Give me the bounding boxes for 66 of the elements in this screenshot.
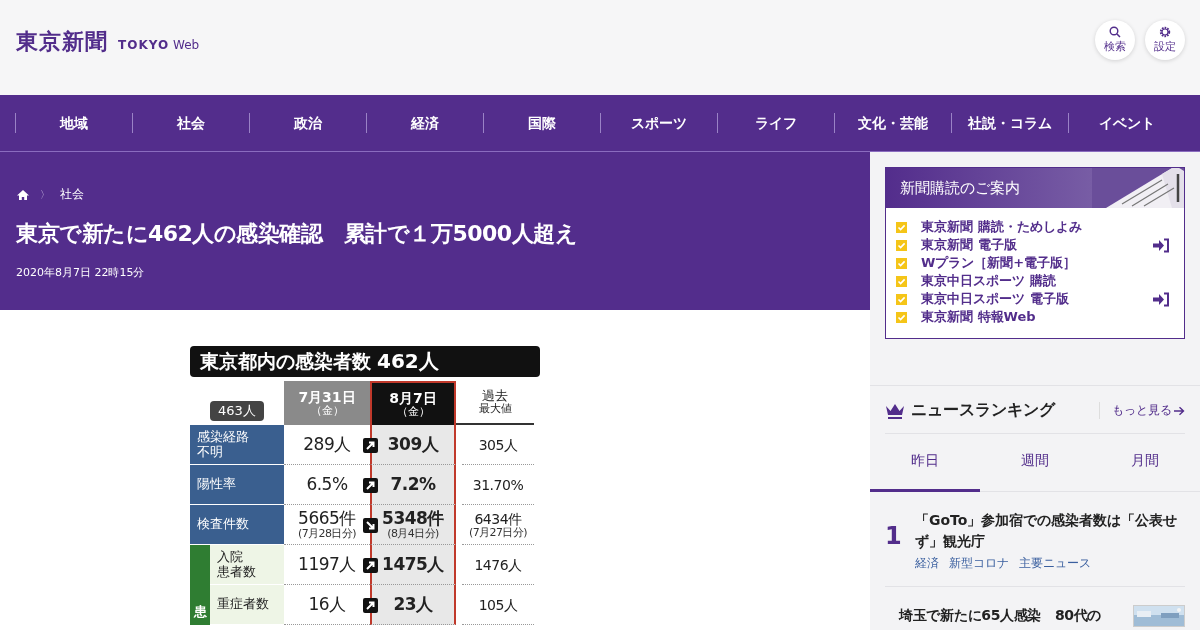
subscription-link[interactable]: Wプラン［新聞+電子版］ (921, 254, 1170, 272)
subscription-link[interactable]: 東京新聞 購読・ためしよみ (921, 218, 1170, 236)
table-cell: 1197人 (298, 556, 356, 573)
group-label: 患 (190, 545, 210, 625)
rank-number: 1 (885, 522, 903, 550)
nav-link[interactable]: 経済 (366, 113, 483, 133)
tag-link[interactable]: 新型コロナ (949, 555, 1009, 572)
nav-link[interactable]: スポーツ (600, 113, 717, 133)
nav-link[interactable]: 社会 (132, 113, 249, 133)
table-cell: 1476人 (474, 557, 522, 572)
panel-title: 新聞購読のご案内 (899, 178, 1020, 198)
settings-button[interactable]: 設定 (1145, 20, 1185, 60)
section-title: ニュースランキング (911, 400, 1057, 421)
subscription-link[interactable]: 東京中日スポーツ 購読 (921, 272, 1170, 290)
header-text: （金） (396, 405, 430, 418)
subscription-link[interactable]: 東京新聞 特報Web (921, 308, 1170, 326)
tab[interactable]: 週間 (980, 434, 1090, 492)
table-cell: 5665件 (7月28日分) (298, 510, 356, 539)
table-cell: 305人 (478, 437, 518, 452)
table-cell: 6.5% (306, 476, 348, 493)
nav-link[interactable]: 政治 (249, 113, 366, 133)
article-date: 2020年8月7日 22時15分 (16, 265, 146, 280)
table-cell: 16人 (308, 596, 346, 613)
breadcrumb-link[interactable]: 社会 (60, 186, 84, 203)
search-button[interactable]: 検索 (1095, 20, 1135, 60)
row-label: 感染経路 (196, 430, 249, 445)
more-link[interactable]: もっと見る (1099, 402, 1185, 419)
table-cell: 6434件 (7月27日分) (469, 511, 527, 538)
row-label: 検査件数 (196, 517, 249, 532)
table-cell: 23人 (393, 596, 433, 613)
nav-link[interactable]: 社説・コラム (951, 113, 1068, 133)
header-text: 最大値 (478, 403, 512, 415)
nav-link[interactable]: 国際 (483, 113, 600, 133)
header-text: 7月31日 (298, 389, 356, 405)
nav-link[interactable]: 地域 (15, 113, 132, 133)
tag-link[interactable]: 主要ニュース (1019, 555, 1091, 572)
row-label: 重症者数 (216, 597, 269, 612)
subscription-link[interactable]: 東京中日スポーツ 電子版 (921, 290, 1138, 308)
table-cell: 5348件 (8月4日分) (382, 510, 444, 539)
table-cell: 1475人 (382, 556, 444, 573)
article-link[interactable]: 埼玉で新たに65人感染 80代の (899, 605, 1123, 626)
logo[interactable]: 東京新聞 (16, 27, 108, 57)
subscription-link[interactable]: 東京新聞 電子版 (921, 236, 1138, 254)
count-badge: 463人 (210, 401, 264, 421)
table-cell: 289人 (303, 436, 351, 453)
nav-link[interactable]: ライフ (717, 113, 834, 133)
row-label: 不明 (196, 444, 223, 459)
tab[interactable]: 昨日 (870, 434, 980, 492)
header-text: 8月7日 (389, 390, 437, 406)
tag-link[interactable]: 経済 (915, 555, 939, 572)
article-title: 東京で新たに462人の感染確認 累計で１万5000人超え (16, 220, 579, 248)
table-cell: 7.2% (390, 476, 436, 493)
graphic-title-banner: 東京都内の感染者数 462人 (190, 346, 540, 377)
table-cell: 31.70% (472, 477, 524, 492)
row-label: 患者数 (216, 564, 256, 579)
row-label: 入院 (216, 550, 243, 565)
table-cell: 309人 (387, 436, 439, 453)
article-link[interactable]: 「GoTo」参加宿での感染者数は「公表せず」観光庁 (915, 510, 1185, 552)
breadcrumb-separator: 〉 (40, 187, 50, 202)
header-text: （金） (310, 404, 344, 417)
nav-link[interactable]: イベント (1068, 113, 1185, 133)
row-label: 陽性率 (196, 477, 236, 492)
logo-subtitle: TOKYO Web (118, 38, 200, 52)
table-cell: 105人 (478, 597, 518, 612)
nav-link[interactable]: 文化・芸能 (834, 113, 951, 133)
tab[interactable]: 月間 (1090, 434, 1200, 492)
